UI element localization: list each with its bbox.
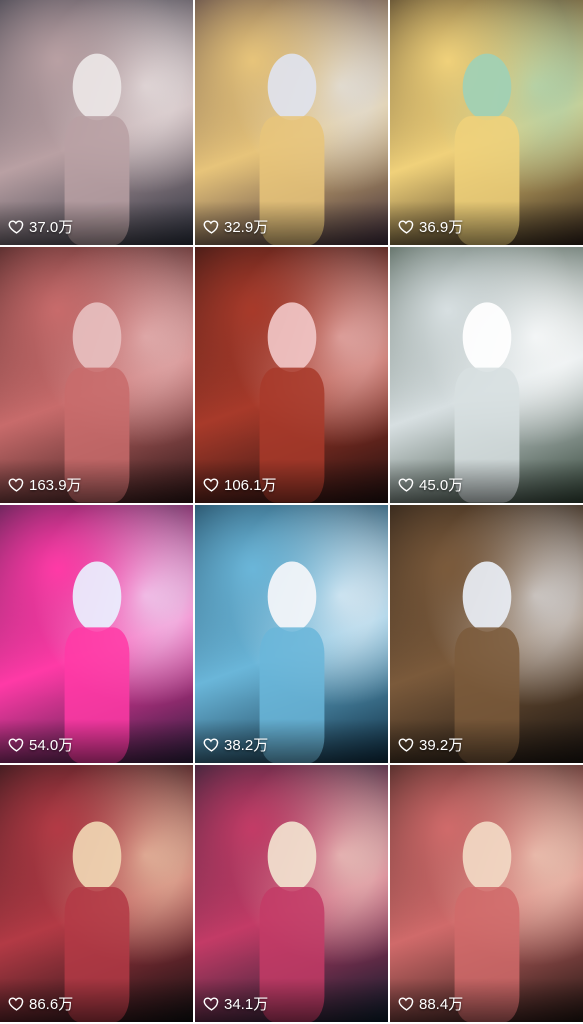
like-count-text: 38.2万 [224,737,269,754]
video-tile[interactable]: 34.1万 [195,765,388,1022]
like-count: 163.9万 [8,474,82,495]
like-count: 39.2万 [398,734,463,755]
video-tile[interactable]: 106.1万 [195,247,388,503]
like-count: 106.1万 [203,474,277,495]
video-tile[interactable]: 163.9万 [0,247,193,503]
heart-outline-icon [203,738,219,752]
like-count-text: 54.0万 [29,737,74,754]
like-count-text: 39.2万 [419,737,464,754]
heart-outline-icon [8,478,24,492]
heart-outline-icon [398,220,414,234]
video-tile[interactable]: 54.0万 [0,505,193,763]
heart-outline-icon [203,478,219,492]
like-count: 88.4万 [398,993,463,1014]
video-tile[interactable]: 88.4万 [390,765,583,1022]
heart-outline-icon [398,997,414,1011]
heart-outline-icon [398,478,414,492]
video-tile[interactable]: 39.2万 [390,505,583,763]
like-count: 38.2万 [203,734,268,755]
like-count-text: 34.1万 [224,996,269,1013]
heart-outline-icon [8,738,24,752]
like-count-text: 106.1万 [224,477,277,494]
like-count: 34.1万 [203,993,268,1014]
heart-outline-icon [8,997,24,1011]
video-tile[interactable]: 32.9万 [195,0,388,245]
like-count: 86.6万 [8,993,73,1014]
like-count-text: 88.4万 [419,996,464,1013]
like-count-text: 36.9万 [419,219,464,236]
video-tile[interactable]: 37.0万 [0,0,193,245]
like-count: 32.9万 [203,216,268,237]
like-count-text: 86.6万 [29,996,74,1013]
heart-outline-icon [203,997,219,1011]
like-count: 45.0万 [398,474,463,495]
like-count: 37.0万 [8,216,73,237]
video-tile[interactable]: 45.0万 [390,247,583,503]
like-count: 36.9万 [398,216,463,237]
video-tile[interactable]: 36.9万 [390,0,583,245]
heart-outline-icon [8,220,24,234]
video-tile[interactable]: 38.2万 [195,505,388,763]
video-grid: 37.0万 32.9万 36.9万 163.9万 106.1万 45.0万 54… [0,0,583,1024]
like-count: 54.0万 [8,734,73,755]
like-count-text: 45.0万 [419,477,464,494]
like-count-text: 163.9万 [29,477,82,494]
heart-outline-icon [398,738,414,752]
video-tile[interactable]: 86.6万 [0,765,193,1022]
heart-outline-icon [203,220,219,234]
like-count-text: 37.0万 [29,219,74,236]
like-count-text: 32.9万 [224,219,269,236]
